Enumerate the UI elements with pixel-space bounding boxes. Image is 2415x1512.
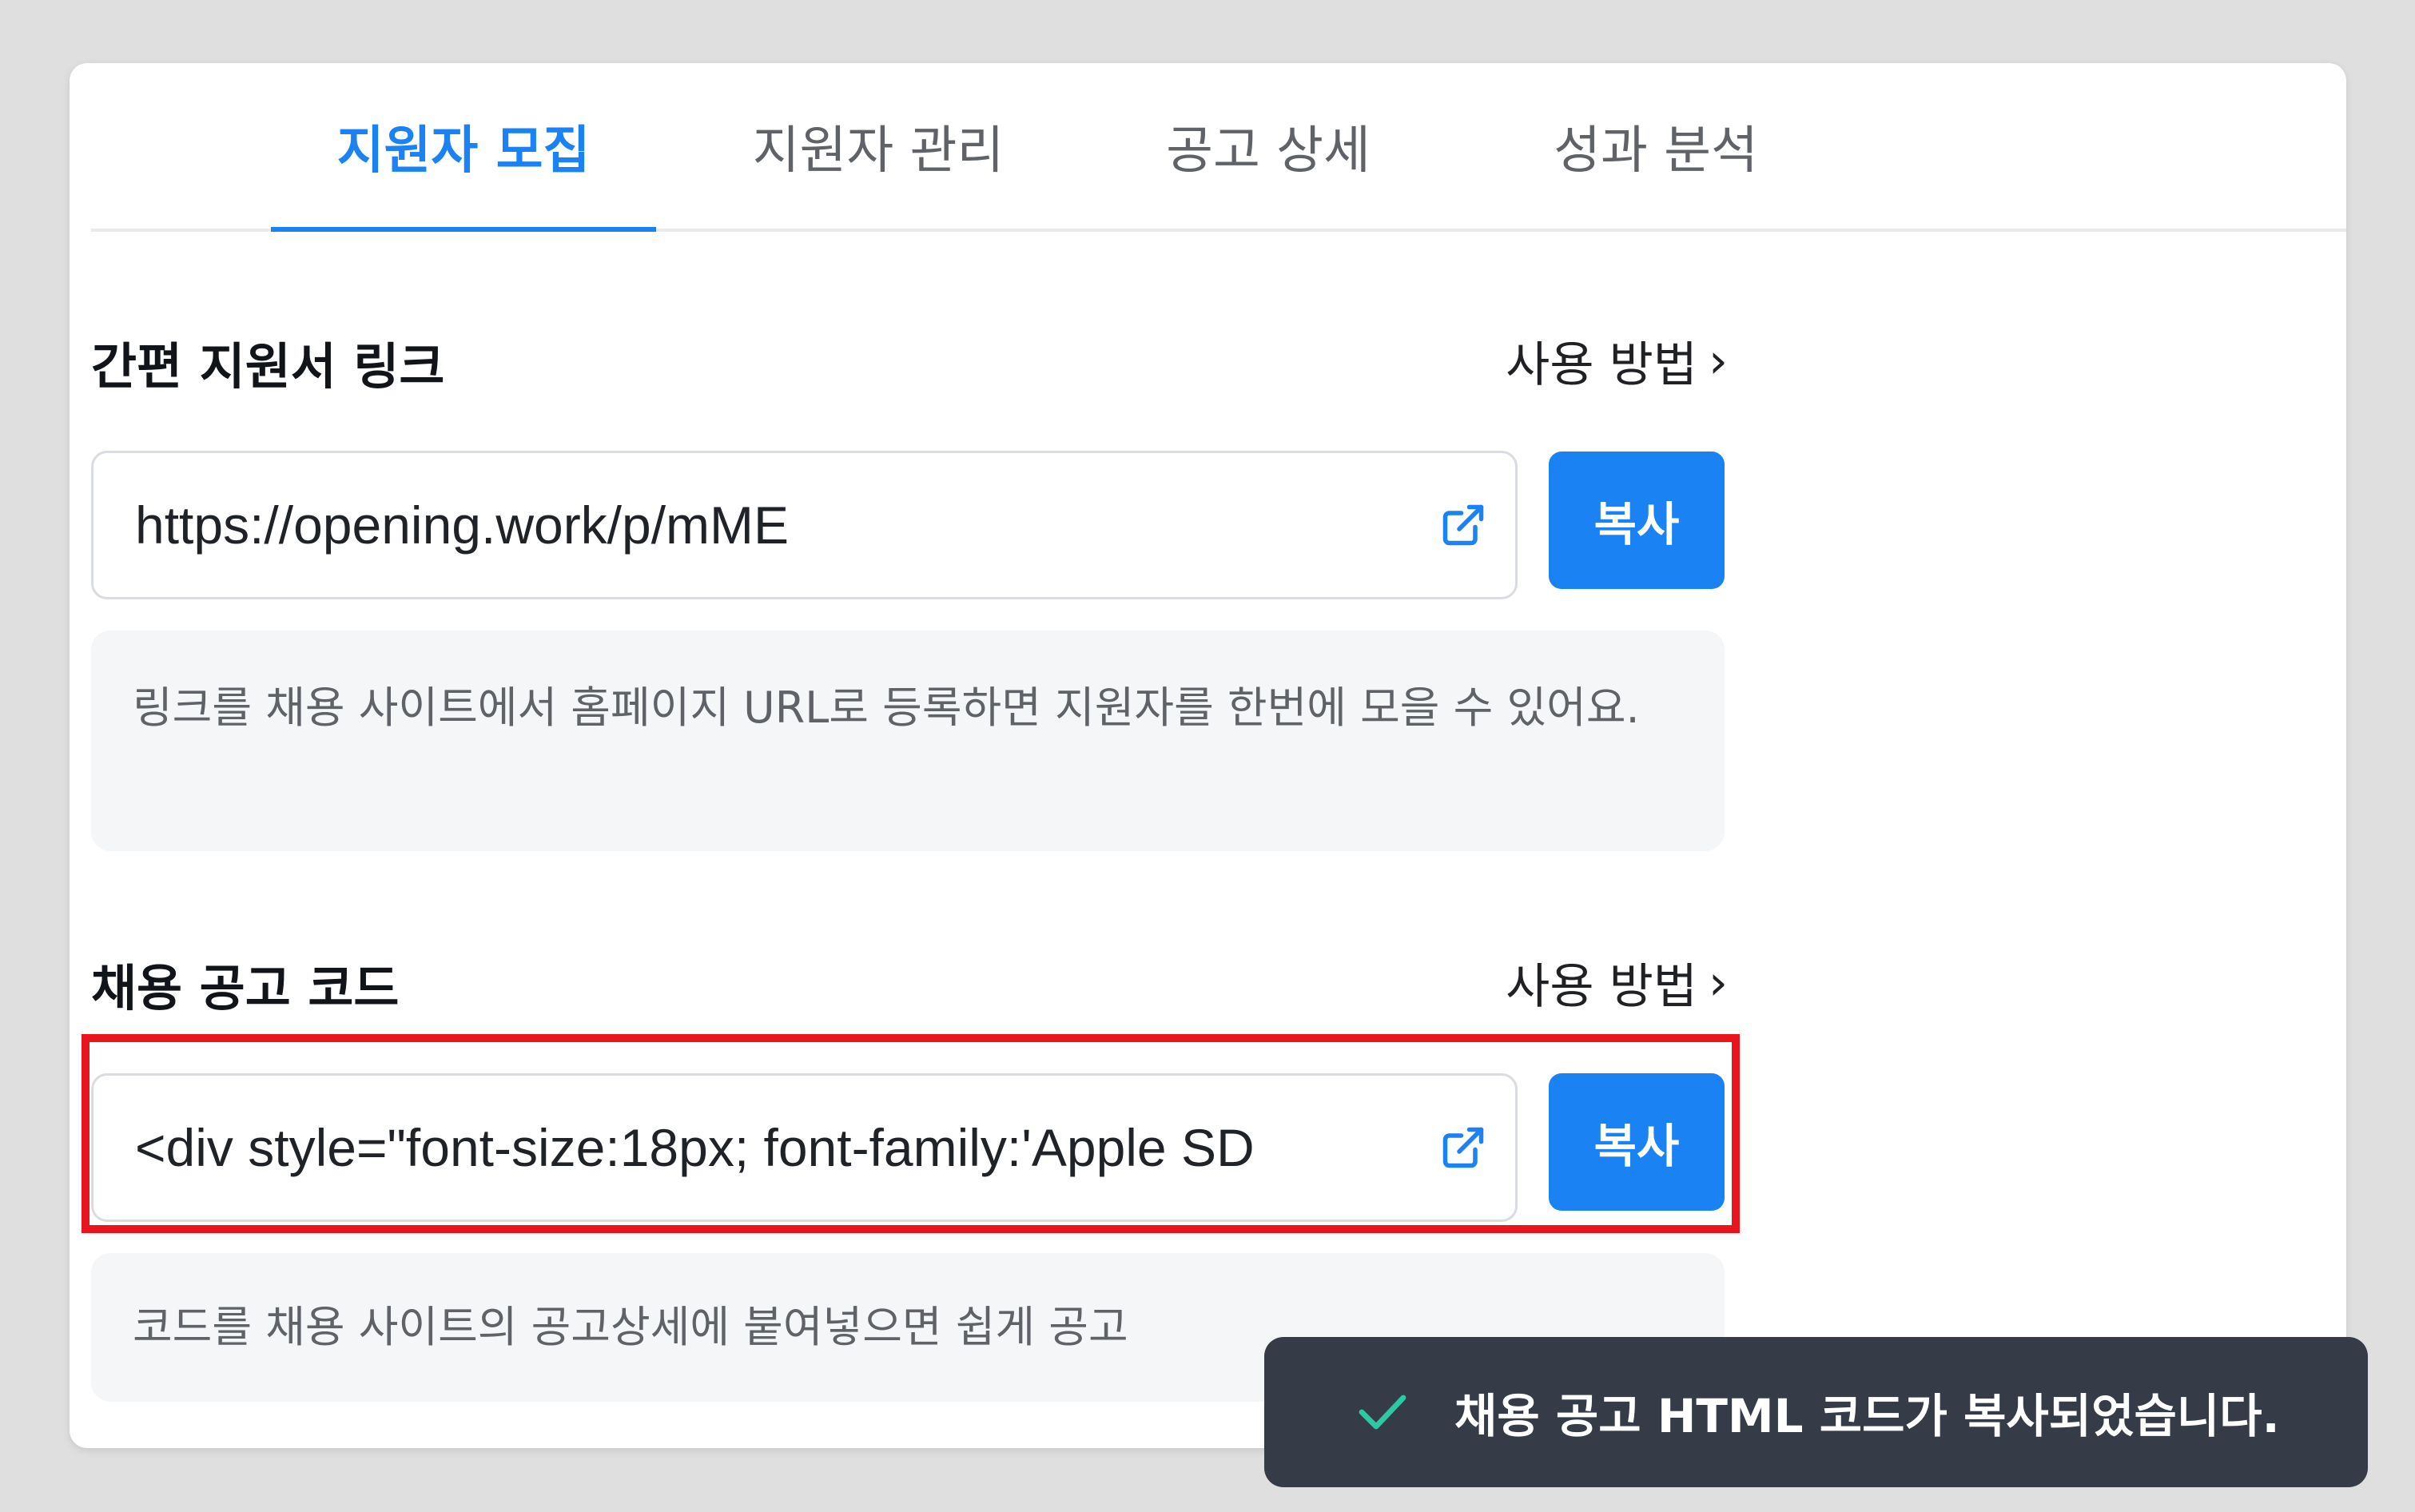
check-icon <box>1357 1392 1408 1432</box>
howto-label: 사용 방법 <box>1506 337 1697 393</box>
tab-performance-analysis[interactable]: 성과 분석 <box>1464 63 1848 229</box>
quick-link-field[interactable]: https://opening.work/p/mME <box>91 451 1518 599</box>
tab-recruit[interactable]: 지원자 모집 <box>271 63 656 232</box>
job-code-howto-link[interactable]: 사용 방법 › <box>1506 948 1728 1017</box>
quick-link-value: https://opening.work/p/mME <box>135 495 790 555</box>
toast-message: 채용 공고 HTML 코드가 복사되었습니다. <box>1454 1389 2280 1443</box>
job-code-title: 채용 공고 코드 <box>91 959 400 1017</box>
copy-code-button[interactable]: 복사 <box>1549 1073 1725 1211</box>
quick-link-howto-link[interactable]: 사용 방법 › <box>1506 326 1728 396</box>
tab-bar: 지원자 모집 지원자 관리 공고 상세 성과 분석 <box>91 63 2346 232</box>
open-external-icon[interactable] <box>1411 453 1515 597</box>
copied-toast: 채용 공고 HTML 코드가 복사되었습니다. <box>1264 1337 2368 1487</box>
howto-label: 사용 방법 <box>1506 959 1697 1015</box>
job-code-field[interactable]: <div style="font-size:18px; font-family:… <box>91 1073 1518 1222</box>
tab-applicant-management[interactable]: 지원자 관리 <box>684 63 1072 229</box>
job-code-value: <div style="font-size:18px; font-family:… <box>135 1118 1255 1177</box>
quick-link-title: 간편 지원서 링크 <box>91 337 445 396</box>
open-external-icon[interactable] <box>1411 1076 1515 1220</box>
copy-link-button[interactable]: 복사 <box>1549 452 1725 589</box>
chevron-right-icon: › <box>1709 954 1728 1011</box>
recruit-panel: 지원자 모집 지원자 관리 공고 상세 성과 분석 간편 지원서 링크 사용 방… <box>70 63 2368 1487</box>
chevron-right-icon: › <box>1709 332 1728 389</box>
tab-job-detail[interactable]: 공고 상세 <box>1072 63 1464 229</box>
quick-link-hint: 링크를 채용 사이트에서 홈페이지 URL로 등록하면 지원자를 한번에 모을 … <box>91 631 1725 851</box>
